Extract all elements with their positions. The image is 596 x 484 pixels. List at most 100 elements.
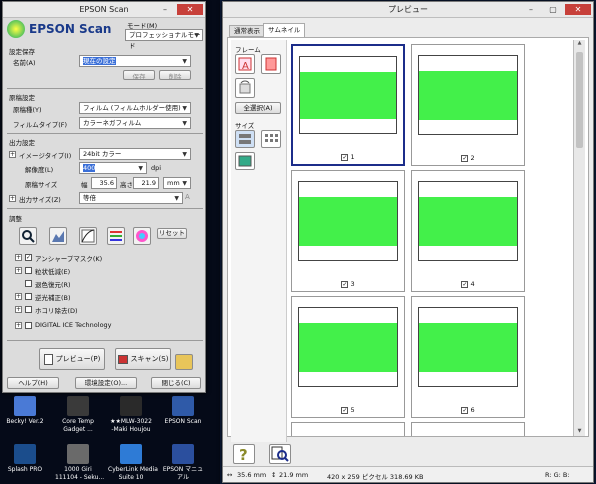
app-icon xyxy=(67,396,89,416)
resolution-select[interactable]: 400 ▼ xyxy=(79,162,147,174)
histogram-tool-icon[interactable] xyxy=(19,227,37,245)
desktop-icon-epson-manual[interactable]: EPSON マニュアル xyxy=(160,444,206,481)
adjust-checkbox[interactable] xyxy=(25,322,32,329)
zoom-preview-icon[interactable] xyxy=(269,444,291,464)
desktop-icon-epson-scan[interactable]: EPSON Scan xyxy=(160,396,206,426)
expand-image-type-button[interactable]: + xyxy=(9,151,16,158)
minimize-button[interactable]: – xyxy=(521,4,541,15)
configuration-button[interactable]: 環境設定(O)... xyxy=(75,377,137,389)
expand-adjust-item[interactable]: + xyxy=(15,306,22,313)
adjust-checkbox[interactable]: ✓ xyxy=(25,254,32,261)
thumbnail-checkbox[interactable]: ✓ xyxy=(461,280,469,288)
thumbnail-checkbox[interactable]: ✓ xyxy=(341,153,349,161)
tab-normal-view[interactable]: 通常表示 xyxy=(229,25,265,37)
frame-select-icon[interactable] xyxy=(261,54,281,74)
scroll-thumb[interactable] xyxy=(576,52,583,148)
lock-ratio-icon[interactable]: A xyxy=(185,193,190,201)
expand-output-size-button[interactable]: + xyxy=(9,195,16,202)
folder-icon[interactable] xyxy=(175,354,193,370)
color-restore-label: 退色復元(R) xyxy=(35,281,71,289)
thumbnail-frame[interactable]: ✓ 4 xyxy=(411,170,525,292)
thumbnail-frame[interactable]: ✓ 2 xyxy=(411,44,525,166)
width-input[interactable]: 35.6 xyxy=(91,177,117,189)
adjust-checkbox[interactable] xyxy=(25,293,32,300)
thumbnail-checkbox[interactable]: ✓ xyxy=(461,406,469,414)
status-rgb: R: G: B: xyxy=(545,471,570,479)
film-image xyxy=(299,323,397,372)
close-window-button[interactable]: ✕ xyxy=(177,4,203,15)
chevron-down-icon: ▼ xyxy=(174,195,179,202)
expand-adjust-item[interactable]: + xyxy=(15,293,22,300)
reset-button[interactable]: リセット xyxy=(157,228,187,239)
mode-select[interactable]: プロフェッショナルモード ▼ xyxy=(125,29,203,50)
svg-text:?: ? xyxy=(239,446,248,463)
film-type-select[interactable]: カラーネガフィルム ▼ xyxy=(79,117,191,129)
thumbnail-checkbox[interactable]: ✓ xyxy=(341,280,349,288)
desktop-icon-label: CyberLink Media Suite 10 xyxy=(108,466,158,481)
chevron-down-icon: ▼ xyxy=(182,151,187,158)
color-palette-icon[interactable] xyxy=(133,227,151,245)
chevron-down-icon: ▼ xyxy=(194,32,199,39)
help-icon[interactable]: ? xyxy=(233,444,255,464)
frame-number: 5 xyxy=(350,406,355,414)
help-button[interactable]: ヘルプ(H) xyxy=(7,377,59,389)
thumbnail-frame[interactable]: ✓ 3 xyxy=(291,170,405,292)
desktop-icon-label: EPSON マニュアル xyxy=(162,466,204,481)
desktop-icon-becky[interactable]: Becky! Ver.2 xyxy=(2,396,48,426)
desktop-icon-coretemp[interactable]: Core Temp Gadget ... xyxy=(55,396,101,433)
grain-reduction-label: 粒状低減(E) xyxy=(35,268,71,276)
color-balance-icon[interactable] xyxy=(107,227,125,245)
image-type-select[interactable]: 24bit カラー ▼ xyxy=(79,148,191,160)
close-button[interactable]: 閉じる(C) xyxy=(151,377,201,389)
expand-adjust-item[interactable]: + xyxy=(15,254,22,261)
thumbnail-frame[interactable] xyxy=(411,422,525,436)
thumbnail-checkbox[interactable]: ✓ xyxy=(461,154,469,162)
scan-button-label: スキャン(S) xyxy=(130,355,169,363)
unit-select[interactable]: mm ▼ xyxy=(163,177,191,189)
maximize-button[interactable]: ▢ xyxy=(543,4,563,15)
save-preset-button[interactable]: 保存 xyxy=(123,70,155,81)
desktop-icon-label: 1000 Giri 111104 - Seku... xyxy=(55,466,105,481)
desktop-icon-1000giri[interactable]: 1000 Giri 111104 - Seku... xyxy=(55,444,105,481)
minimize-button[interactable]: – xyxy=(155,4,175,15)
thumbnail-frame[interactable] xyxy=(291,422,405,436)
desktop-icon-cyberlink[interactable]: CyberLink Media Suite 10 xyxy=(108,444,158,481)
scroll-up-icon[interactable]: ▲ xyxy=(574,40,585,48)
doc-type-select[interactable]: フィルム (フィルムホルダー使用) ▼ xyxy=(79,102,191,114)
status-bar: ↔ 35.6 mm ↕ 21.9 mm 420 x 259 ピクセル 318.6… xyxy=(223,466,593,482)
adjust-checkbox[interactable] xyxy=(25,267,32,274)
auto-locate-icon[interactable]: A xyxy=(235,54,255,74)
output-size-select[interactable]: 等倍 ▼ xyxy=(79,192,183,204)
close-window-button[interactable]: ✕ xyxy=(565,4,591,15)
large-thumb-icon[interactable] xyxy=(235,130,255,148)
expand-adjust-item[interactable]: + xyxy=(15,322,22,329)
full-view-icon[interactable] xyxy=(235,152,255,170)
vertical-scrollbar[interactable]: ▲ ▼ xyxy=(573,40,585,436)
scroll-down-icon[interactable]: ▼ xyxy=(574,428,585,436)
app-icon xyxy=(14,444,36,464)
tone-curve-icon[interactable] xyxy=(79,227,97,245)
select-all-button[interactable]: 全選択(A) xyxy=(235,102,281,114)
rotate-icon[interactable] xyxy=(235,78,255,98)
scan-button[interactable]: スキャン(S) xyxy=(115,348,171,370)
divider xyxy=(7,340,203,341)
desktop-icon-mlw[interactable]: ★★MLW-3022 -Maki Houjou xyxy=(108,396,154,433)
adjust-checkbox[interactable] xyxy=(25,280,32,287)
adjust-checkbox[interactable] xyxy=(25,306,32,313)
preview-button[interactable]: プレビュー(P) xyxy=(39,348,105,370)
thumbnail-frame[interactable]: ✓ 1 xyxy=(291,44,405,166)
levels-tool-icon[interactable] xyxy=(49,227,67,245)
thumbnail-checkbox[interactable]: ✓ xyxy=(341,406,349,414)
preset-name-select[interactable]: 現在の設定 ▼ xyxy=(79,55,191,67)
small-thumb-icon[interactable] xyxy=(261,130,281,148)
output-size-value: 等倍 xyxy=(83,194,96,202)
height-input[interactable]: 21.9 xyxy=(133,177,159,189)
expand-adjust-item[interactable]: + xyxy=(15,267,22,274)
desktop-icon-splash[interactable]: Splash PRO xyxy=(2,444,48,474)
thumbnail-label: ✓ 4 xyxy=(412,280,524,288)
thumbnail-frame[interactable]: ✓ 6 xyxy=(411,296,525,418)
preset-section-title: 設定保存 xyxy=(9,48,35,56)
tab-thumbnail[interactable]: サムネイル xyxy=(263,23,306,37)
delete-preset-button[interactable]: 削除 xyxy=(159,70,191,81)
thumbnail-frame[interactable]: ✓ 5 xyxy=(291,296,405,418)
